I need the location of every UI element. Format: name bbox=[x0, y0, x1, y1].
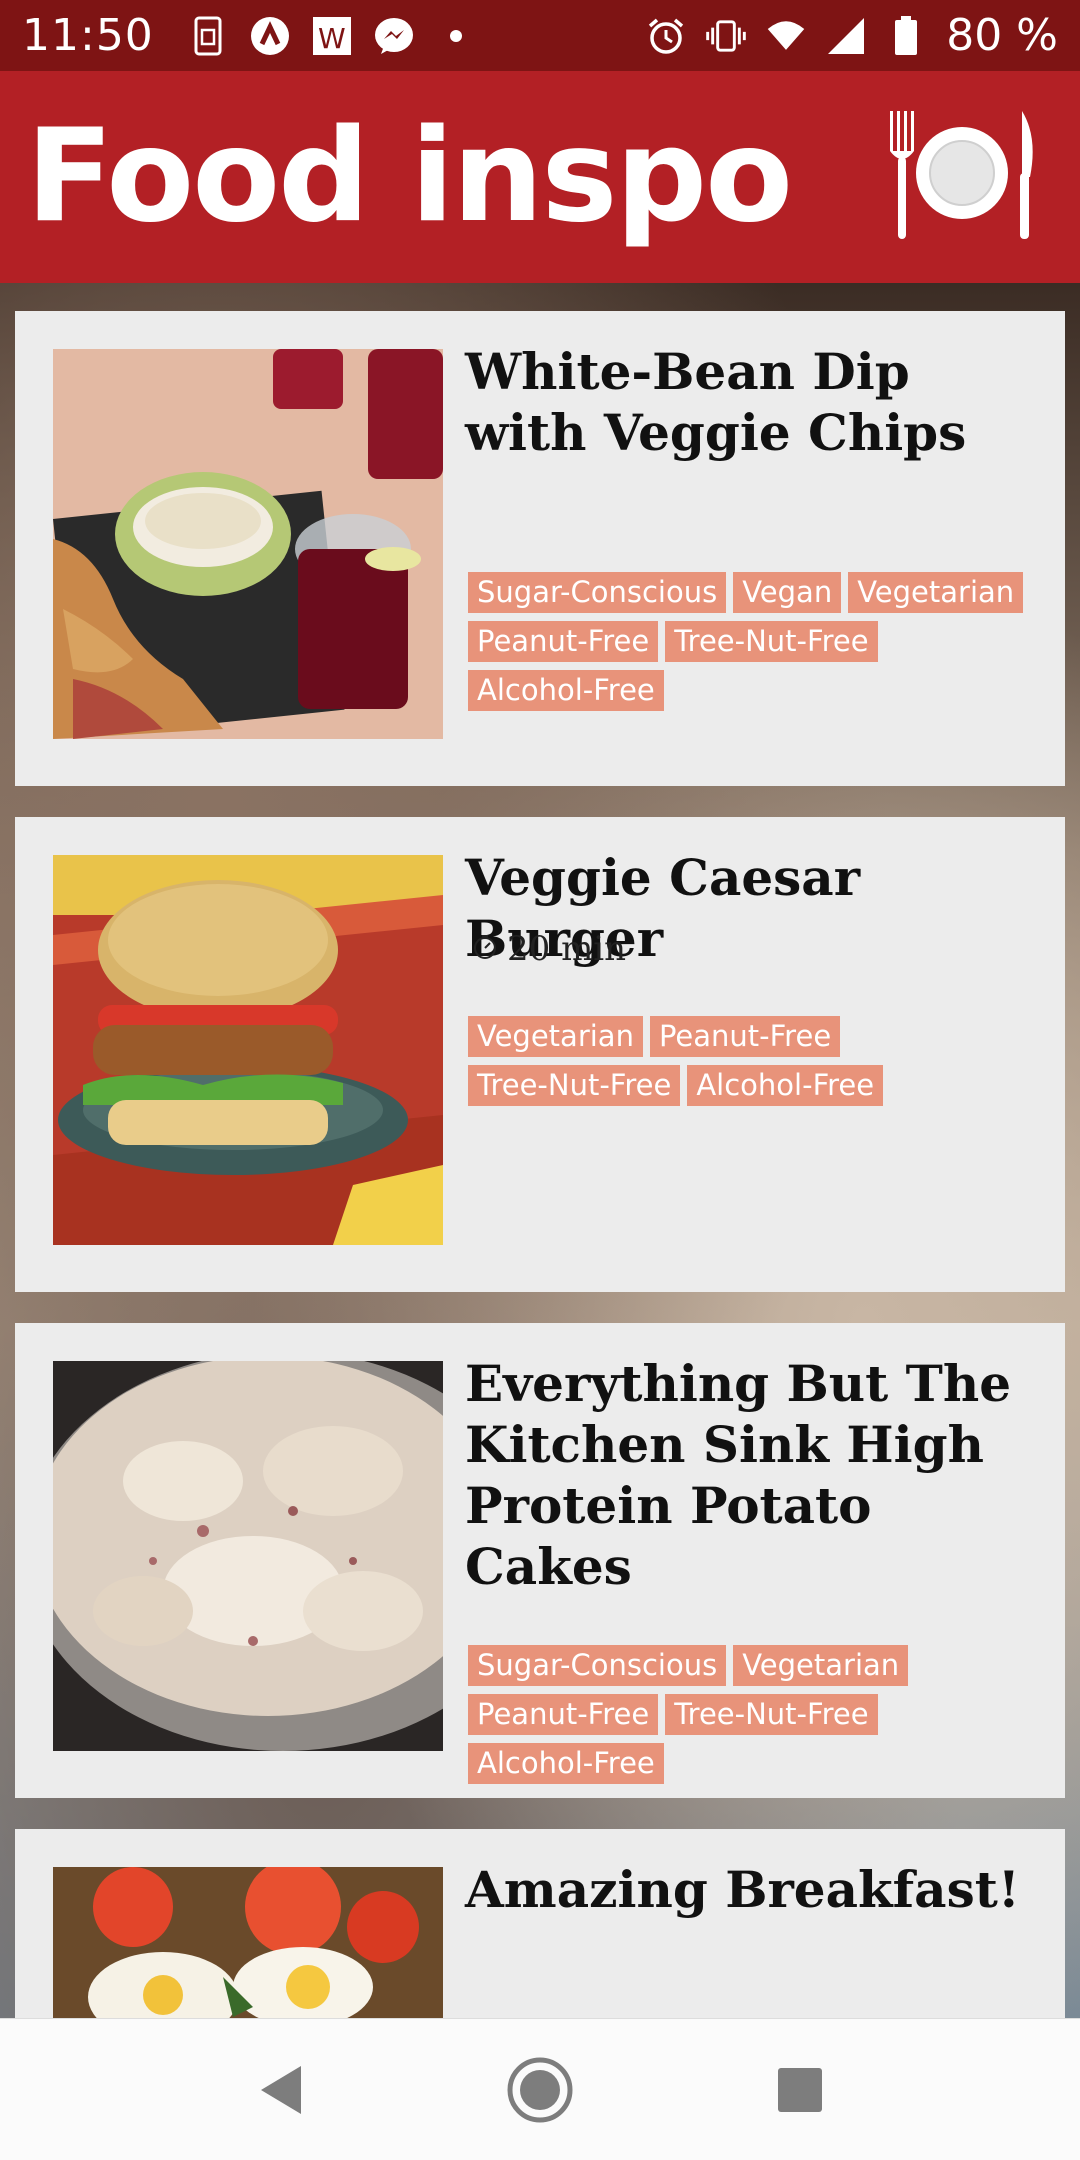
tag: Alcohol-Free bbox=[687, 1065, 884, 1106]
tag: Vegetarian bbox=[733, 1645, 909, 1686]
dot-icon bbox=[436, 16, 476, 56]
recipe-title[interactable]: Everything But The Kitchen Sink High Pro… bbox=[465, 1353, 1045, 1597]
tag: Tree-Nut-Free bbox=[665, 621, 878, 662]
tag: Vegan bbox=[733, 572, 842, 613]
home-icon[interactable] bbox=[500, 2050, 580, 2130]
recipe-image bbox=[53, 855, 443, 1245]
recipe-card[interactable]: White-Bean Dip with Veggie Chips Sugar-C… bbox=[15, 311, 1065, 786]
tag: Sugar-Conscious bbox=[468, 1645, 727, 1686]
tag: Peanut-Free bbox=[468, 621, 659, 662]
navigation-bar bbox=[0, 2018, 1080, 2160]
tag-list: Sugar-Conscious Vegan Vegetarian Peanut-… bbox=[468, 572, 1058, 711]
status-time: 11:50 bbox=[22, 10, 154, 61]
tag: Alcohol-Free bbox=[468, 670, 664, 711]
plate-cutlery-icon bbox=[882, 107, 1042, 248]
recipe-title[interactable]: Amazing Breakfast! bbox=[465, 1859, 1045, 1920]
tag: Peanut-Free bbox=[468, 1694, 659, 1735]
tag: Vegetarian bbox=[848, 572, 1024, 613]
tag: Tree-Nut-Free bbox=[665, 1694, 878, 1735]
tag: Alcohol-Free bbox=[468, 1743, 664, 1784]
w-app-icon: W bbox=[312, 16, 352, 56]
battery-icon bbox=[886, 15, 926, 56]
app-bar: Food inspo bbox=[0, 71, 1080, 283]
arrow-app-icon bbox=[250, 16, 290, 56]
recents-icon[interactable] bbox=[760, 2050, 840, 2130]
tag: Sugar-Conscious bbox=[468, 572, 727, 613]
status-bar: 11:50 W 80 % bbox=[0, 0, 1080, 71]
tag: Peanut-Free bbox=[649, 1016, 841, 1057]
recipe-list[interactable]: White-Bean Dip with Veggie Chips Sugar-C… bbox=[0, 283, 1080, 2018]
recipe-card[interactable]: Everything But The Kitchen Sink High Pro… bbox=[15, 1323, 1065, 1798]
tag: Tree-Nut-Free bbox=[468, 1065, 681, 1106]
recipe-card[interactable]: Amazing Breakfast! bbox=[15, 1829, 1065, 2018]
timer-icon bbox=[473, 929, 497, 969]
recipe-image bbox=[53, 1867, 443, 2018]
alarm-icon bbox=[646, 16, 686, 56]
app-title: Food inspo bbox=[26, 102, 793, 251]
recipe-time-text: 20 min bbox=[507, 929, 627, 969]
messenger-icon bbox=[374, 16, 414, 56]
recipe-image bbox=[53, 1361, 443, 1751]
status-right-icons: 80 % bbox=[646, 10, 1058, 61]
recipe-image bbox=[53, 349, 443, 739]
signal-icon bbox=[826, 16, 866, 56]
battery-percent: 80 % bbox=[946, 10, 1058, 61]
wifi-icon bbox=[766, 16, 806, 56]
tag-list: Sugar-Conscious Vegetarian Peanut-Free T… bbox=[468, 1645, 1058, 1784]
tag: Vegetarian bbox=[468, 1016, 643, 1057]
vibrate-icon bbox=[706, 16, 746, 56]
recipe-card[interactable]: Veggie Caesar Burger 20 min Vegetarian P… bbox=[15, 817, 1065, 1292]
sim-icon bbox=[188, 16, 228, 56]
recipe-title[interactable]: White-Bean Dip with Veggie Chips bbox=[465, 341, 1045, 463]
recipe-time: 20 min bbox=[473, 929, 626, 969]
svg-text:W: W bbox=[318, 22, 346, 55]
tag-list: Vegetarian Peanut-Free Tree-Nut-Free Alc… bbox=[468, 1016, 1058, 1106]
status-left-icons: W bbox=[188, 16, 476, 56]
back-icon[interactable] bbox=[240, 2050, 320, 2130]
